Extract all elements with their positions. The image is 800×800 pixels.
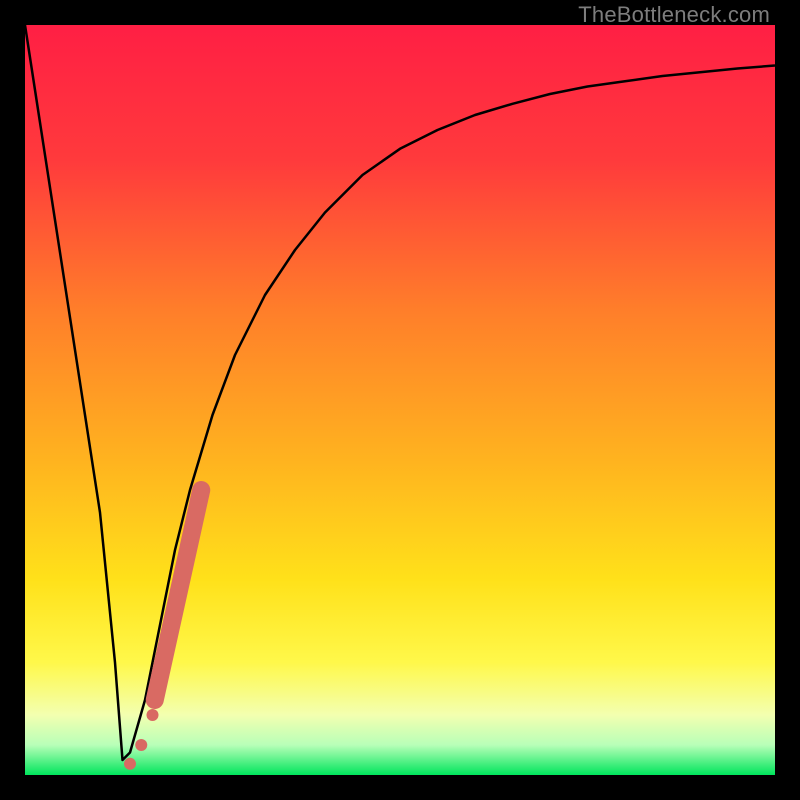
highlight-dot	[135, 739, 147, 751]
highlight-dot	[147, 709, 159, 721]
watermark-text: TheBottleneck.com	[578, 2, 770, 28]
highlight-dot	[124, 758, 136, 770]
chart-frame	[25, 25, 775, 775]
gradient-background	[25, 25, 775, 775]
chart-svg	[25, 25, 775, 775]
